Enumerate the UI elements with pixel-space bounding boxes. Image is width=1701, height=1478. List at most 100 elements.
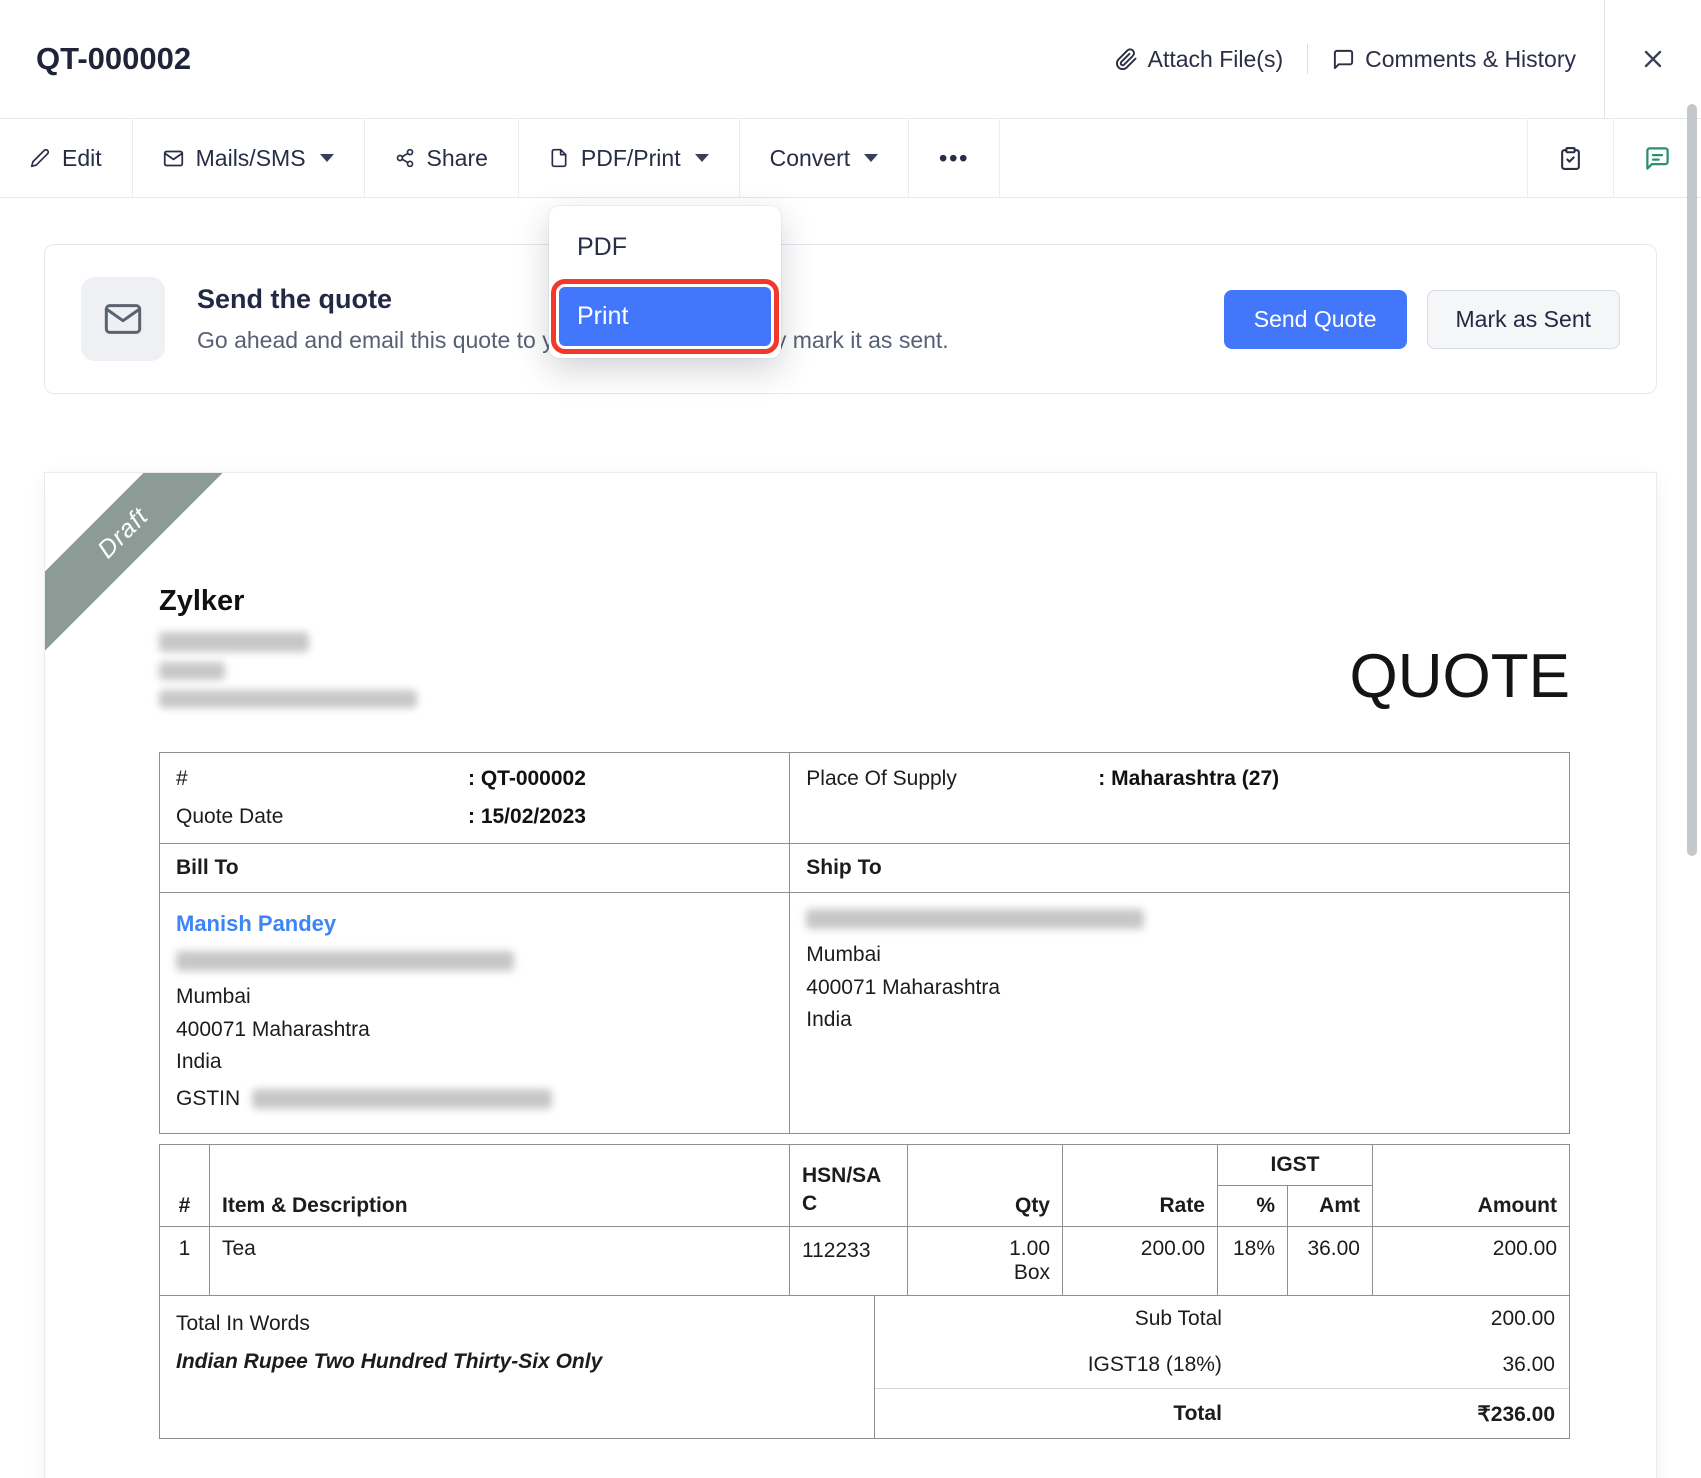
mark-as-sent-button[interactable]: Mark as Sent	[1427, 290, 1621, 349]
redacted-text	[252, 1089, 552, 1109]
share-icon	[395, 148, 415, 168]
share-button[interactable]: Share	[365, 119, 519, 197]
banner-actions: Send Quote Mark as Sent	[1224, 290, 1620, 349]
address-body-row: Manish Pandey Mumbai 400071 Maharashtra …	[160, 893, 1570, 1134]
chevron-down-icon	[320, 154, 334, 162]
col-header-qty: Qty	[908, 1145, 1063, 1227]
ship-to-address: Mumbai 400071 Maharashtra India	[790, 893, 1570, 1134]
place-of-supply-value: : Maharashtra (27)	[1098, 767, 1553, 791]
share-label: Share	[427, 145, 488, 172]
col-header-igst: IGST	[1218, 1145, 1373, 1186]
col-header-igst-amt: Amt	[1288, 1186, 1373, 1227]
vertical-scrollbar[interactable]	[1687, 104, 1697, 856]
col-header-sno: #	[160, 1145, 210, 1227]
close-button[interactable]	[1604, 0, 1701, 118]
redacted-text	[806, 909, 1144, 929]
igst-label: IGST18 (18%)	[889, 1353, 1222, 1377]
comment-icon	[1332, 48, 1355, 71]
pdf-print-menu: PDF Print	[549, 206, 781, 358]
convert-button[interactable]: Convert	[740, 119, 910, 197]
total-label: Total	[889, 1402, 1222, 1427]
ship-country: India	[806, 1004, 1553, 1037]
quote-document: Zylker QUOTE # : QT-000002 Quote Date : …	[45, 473, 1656, 1439]
meta-right-cell: Place Of Supply : Maharashtra (27)	[790, 753, 1570, 844]
igst-value: 36.00	[1222, 1353, 1555, 1377]
quote-date-value: : 15/02/2023	[468, 805, 773, 829]
quote-meta-address-table: # : QT-000002 Quote Date : 15/02/2023 Pl…	[159, 752, 1570, 1134]
bill-to-heading: Bill To	[160, 844, 790, 893]
quote-number-value: : QT-000002	[468, 767, 773, 791]
item-row: 1 Tea 112233 1.00 Box 200.00 18% 36.00 2…	[160, 1227, 1570, 1296]
mails-sms-button[interactable]: Mails/SMS	[133, 119, 365, 197]
header-divider	[1307, 44, 1308, 74]
toolbar-right-icons	[1527, 119, 1701, 197]
total-row: Total ₹236.00	[875, 1388, 1569, 1438]
redacted-text	[159, 690, 417, 708]
quote-preview: Draft Zylker QUOTE # : QT-000002	[44, 472, 1657, 1478]
company-name: Zylker	[159, 585, 417, 618]
comments-history-button[interactable]: Comments & History	[1332, 46, 1576, 73]
line-items-table: # Item & Description HSN/SAC Qty Rate IG…	[159, 1144, 1570, 1296]
chevron-down-icon	[864, 154, 878, 162]
meta-row: # : QT-000002 Quote Date : 15/02/2023 Pl…	[160, 753, 1570, 844]
meta-left-cell: # : QT-000002 Quote Date : 15/02/2023	[160, 753, 790, 844]
pdf-icon	[549, 148, 569, 168]
totals-table: Total In Words Indian Rupee Two Hundred …	[159, 1295, 1570, 1439]
bill-city: Mumbai	[176, 981, 773, 1014]
envelope-icon	[163, 148, 184, 169]
send-quote-button[interactable]: Send Quote	[1224, 290, 1407, 349]
item-igst-amt: 36.00	[1288, 1227, 1373, 1296]
gstin-label: GSTIN	[176, 1083, 240, 1116]
tasks-button[interactable]	[1527, 119, 1613, 197]
close-icon	[1639, 45, 1667, 73]
bill-region: 400071 Maharashtra	[176, 1014, 773, 1047]
document-type-title: QUOTE	[1350, 646, 1570, 708]
items-header-row-1: # Item & Description HSN/SAC Qty Rate IG…	[160, 1145, 1570, 1186]
clipboard-check-icon	[1558, 146, 1583, 171]
gstin-row: GSTIN	[176, 1083, 773, 1116]
document-header: Zylker QUOTE	[159, 585, 1570, 708]
bill-country: India	[176, 1046, 773, 1079]
total-in-words-cell: Total In Words Indian Rupee Two Hundred …	[160, 1296, 875, 1439]
col-header-igst-pct: %	[1218, 1186, 1288, 1227]
item-qty: 1.00 Box	[908, 1227, 1063, 1296]
mail-icon	[81, 277, 165, 361]
attach-files-button[interactable]: Attach File(s)	[1115, 46, 1283, 73]
item-sno: 1	[160, 1227, 210, 1296]
edit-label: Edit	[62, 145, 102, 172]
pdf-menu-item[interactable]: PDF	[559, 218, 771, 277]
company-block: Zylker	[159, 585, 417, 708]
quote-date-label: Quote Date	[176, 805, 468, 829]
redacted-text	[159, 632, 309, 652]
header: QT-000002 Attach File(s) Comments & Hist…	[0, 0, 1701, 118]
subtotal-label: Sub Total	[889, 1307, 1222, 1331]
attach-files-label: Attach File(s)	[1148, 46, 1283, 73]
totals-row: Total In Words Indian Rupee Two Hundred …	[160, 1296, 1570, 1439]
more-icon: •••	[939, 145, 969, 172]
item-igst-pct: 18%	[1218, 1227, 1288, 1296]
place-of-supply-label: Place Of Supply	[806, 767, 1098, 791]
redacted-text	[176, 951, 514, 971]
item-hsn: 112233	[790, 1227, 908, 1296]
customer-name-link[interactable]: Manish Pandey	[176, 907, 773, 941]
send-quote-banner: Send the quote Go ahead and email this q…	[44, 244, 1657, 394]
ship-city: Mumbai	[806, 939, 1553, 972]
more-actions-button[interactable]: •••	[909, 119, 1000, 197]
mails-sms-label: Mails/SMS	[196, 145, 306, 172]
pdf-print-button[interactable]: PDF/Print	[519, 119, 740, 197]
item-rate: 200.00	[1063, 1227, 1218, 1296]
item-qty-unit: Box	[920, 1261, 1050, 1285]
subtotal-value: 200.00	[1222, 1307, 1555, 1331]
pencil-icon	[30, 148, 50, 168]
total-in-words-label: Total In Words	[176, 1312, 858, 1336]
redacted-text	[159, 662, 225, 680]
totals-summary-cell: Sub Total 200.00 IGST18 (18%) 36.00 Tota…	[874, 1296, 1569, 1439]
print-menu-item[interactable]: Print	[559, 287, 771, 346]
item-qty-value: 1.00	[920, 1237, 1050, 1261]
header-actions: Attach File(s) Comments & History	[1115, 0, 1701, 118]
bill-to-address: Manish Pandey Mumbai 400071 Maharashtra …	[160, 893, 790, 1134]
edit-button[interactable]: Edit	[0, 119, 133, 197]
chevron-down-icon	[695, 154, 709, 162]
page-title: QT-000002	[36, 41, 191, 77]
comments-history-label: Comments & History	[1365, 46, 1576, 73]
